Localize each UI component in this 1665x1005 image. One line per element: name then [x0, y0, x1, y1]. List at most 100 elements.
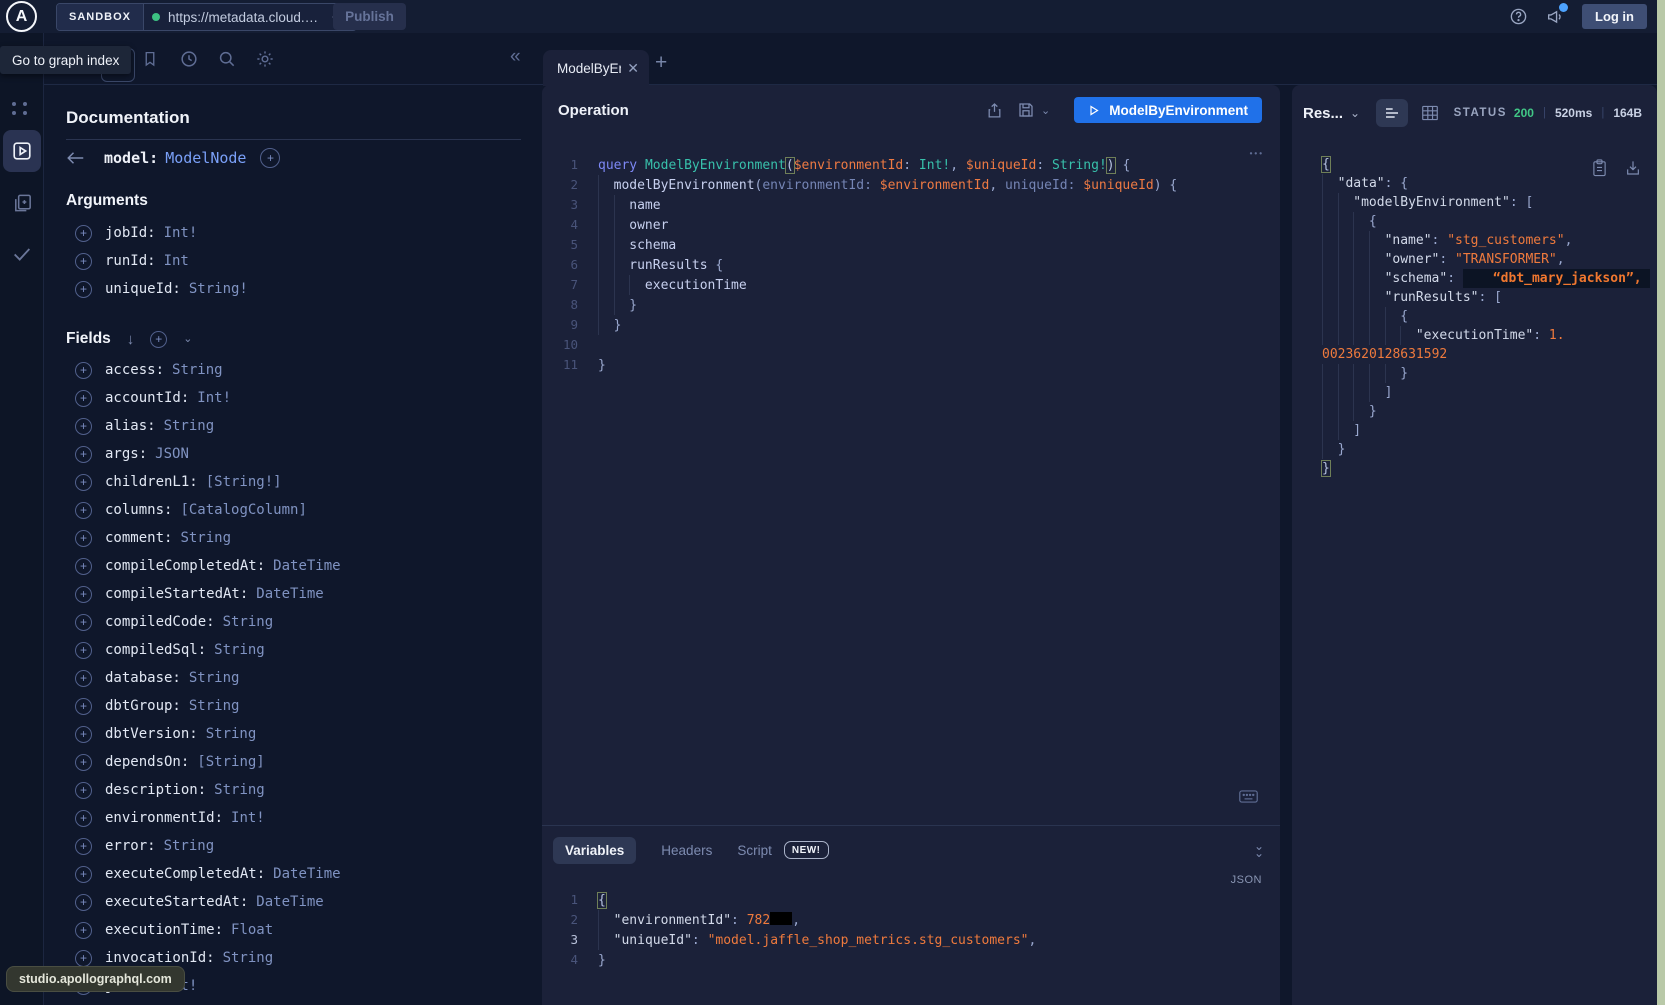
- field-row[interactable]: compileStartedAt: DateTime: [66, 580, 542, 608]
- field-row[interactable]: dbtVersion: String: [66, 720, 542, 748]
- variables-editor[interactable]: JSON 1{2"environmentId": 782,3"uniqueId"…: [542, 874, 1280, 970]
- field-type[interactable]: String: [214, 642, 265, 658]
- field-type[interactable]: String: [164, 838, 215, 854]
- search-icon[interactable]: [217, 49, 237, 69]
- sort-fields-icon[interactable]: [127, 332, 135, 347]
- field-name[interactable]: args:: [105, 446, 147, 462]
- endpoint-url[interactable]: https://metadata.cloud.get: [168, 10, 323, 25]
- field-type[interactable]: DateTime: [256, 586, 323, 602]
- collapse-docs-panel-icon[interactable]: [510, 47, 521, 66]
- add-to-query-icon[interactable]: [75, 502, 92, 519]
- save-operation-icon[interactable]: [1017, 101, 1035, 119]
- field-row[interactable]: materializedType:String: [66, 1000, 542, 1005]
- apollo-logo[interactable]: A: [6, 1, 37, 32]
- add-to-query-icon[interactable]: [75, 253, 92, 270]
- field-name[interactable]: dbtVersion:: [105, 726, 198, 742]
- add-to-query-icon[interactable]: [75, 782, 92, 799]
- add-to-query-icon[interactable]: [75, 642, 92, 659]
- add-to-query-icon[interactable]: [75, 950, 92, 967]
- field-row[interactable]: access: String: [66, 356, 542, 384]
- add-to-query-icon[interactable]: [75, 390, 92, 407]
- download-response-icon[interactable]: [1625, 159, 1641, 177]
- field-name[interactable]: jobId:: [105, 225, 156, 241]
- field-name[interactable]: access:: [105, 362, 164, 378]
- field-name[interactable]: compileStartedAt:: [105, 586, 248, 602]
- field-type[interactable]: DateTime: [273, 866, 340, 882]
- history-icon[interactable]: [179, 49, 199, 69]
- field-name[interactable]: compiledCode:: [105, 614, 215, 630]
- field-name[interactable]: dependsOn:: [105, 754, 189, 770]
- field-type[interactable]: DateTime: [256, 894, 323, 910]
- field-name[interactable]: description:: [105, 782, 206, 798]
- argument-row[interactable]: runId:Int: [66, 247, 542, 275]
- add-to-query-icon[interactable]: [75, 530, 92, 547]
- table-view-toggle[interactable]: [1421, 105, 1439, 121]
- field-name[interactable]: compileCompletedAt:: [105, 558, 265, 574]
- field-row[interactable]: accountId:Int!: [66, 384, 542, 412]
- field-name[interactable]: comment:: [105, 530, 172, 546]
- response-options-chevron-icon[interactable]: [1350, 106, 1360, 120]
- add-to-query-icon[interactable]: [75, 754, 92, 771]
- field-type[interactable]: String: [223, 614, 274, 630]
- field-row[interactable]: childrenL1:[String!]: [66, 468, 542, 496]
- field-name[interactable]: executeStartedAt:: [105, 894, 248, 910]
- graph-index-icon[interactable]: [12, 102, 29, 116]
- tab-variables[interactable]: Variables: [553, 837, 636, 864]
- field-row[interactable]: environmentId:Int!: [66, 804, 542, 832]
- field-row[interactable]: compileCompletedAt: DateTime: [66, 552, 542, 580]
- bookmark-icon[interactable]: [141, 49, 161, 69]
- field-type[interactable]: DateTime: [273, 558, 340, 574]
- field-name[interactable]: executionTime:: [105, 922, 223, 938]
- sidebar-item-checklist[interactable]: [0, 243, 44, 265]
- field-name[interactable]: error:: [105, 838, 156, 854]
- field-row[interactable]: database: String: [66, 664, 542, 692]
- add-to-query-icon[interactable]: [75, 838, 92, 855]
- field-row[interactable]: comment:String: [66, 524, 542, 552]
- add-to-query-icon[interactable]: [75, 474, 92, 491]
- field-type[interactable]: Int!: [197, 390, 231, 406]
- field-type[interactable]: String: [164, 418, 215, 434]
- endpoint-url-box[interactable]: https://metadata.cloud.get: [144, 4, 356, 30]
- tab-headers[interactable]: Headers: [661, 843, 712, 858]
- editor-more-actions-icon[interactable]: [1250, 143, 1264, 159]
- add-to-query-icon[interactable]: [75, 281, 92, 298]
- field-type[interactable]: String: [206, 726, 257, 742]
- field-row[interactable]: executionTime: Float: [66, 916, 542, 944]
- add-to-query-icon[interactable]: [75, 586, 92, 603]
- field-row[interactable]: columns:[CatalogColumn]: [66, 496, 542, 524]
- field-type[interactable]: [CatalogColumn]: [180, 502, 306, 518]
- field-type[interactable]: Int: [164, 253, 189, 269]
- field-type[interactable]: String: [214, 782, 265, 798]
- add-to-query-icon[interactable]: [75, 362, 92, 379]
- field-name[interactable]: database:: [105, 670, 181, 686]
- publish-button[interactable]: Publish: [333, 3, 406, 30]
- field-name[interactable]: compiledSql:: [105, 642, 206, 658]
- announcements-icon[interactable]: [1545, 7, 1565, 26]
- tab-close-icon[interactable]: [621, 61, 639, 75]
- collapse-variables-icon[interactable]: [1254, 843, 1264, 856]
- field-type[interactable]: String: [189, 670, 240, 686]
- add-to-query-icon[interactable]: [75, 670, 92, 687]
- keyboard-shortcuts-icon[interactable]: [1239, 790, 1258, 803]
- new-tab-icon[interactable]: [655, 52, 667, 73]
- add-to-query-icon[interactable]: [75, 446, 92, 463]
- field-name[interactable]: dbtGroup:: [105, 698, 181, 714]
- run-operation-button[interactable]: ModelByEnvironment: [1074, 97, 1262, 123]
- add-to-query-icon[interactable]: [75, 225, 92, 242]
- field-row[interactable]: executeCompletedAt:DateTime: [66, 860, 542, 888]
- add-to-query-icon[interactable]: [75, 922, 92, 939]
- field-row[interactable]: compiledSql: String: [66, 636, 542, 664]
- field-type[interactable]: String: [223, 950, 274, 966]
- fields-options-chevron-icon[interactable]: [183, 334, 192, 345]
- field-type[interactable]: String: [172, 362, 223, 378]
- raw-view-toggle[interactable]: [1376, 99, 1408, 127]
- breadcrumb-field-type[interactable]: ModelNode: [165, 149, 246, 167]
- tab-script[interactable]: Script: [737, 843, 772, 858]
- field-type[interactable]: Int!: [164, 225, 198, 241]
- operation-editor[interactable]: 1query ModelByEnvironment($environmentId…: [542, 135, 1280, 825]
- back-arrow-icon[interactable]: [66, 151, 84, 165]
- add-to-query-icon[interactable]: [75, 614, 92, 631]
- field-type[interactable]: Float: [231, 922, 273, 938]
- field-type[interactable]: String!: [189, 281, 248, 297]
- field-row[interactable]: description: String: [66, 776, 542, 804]
